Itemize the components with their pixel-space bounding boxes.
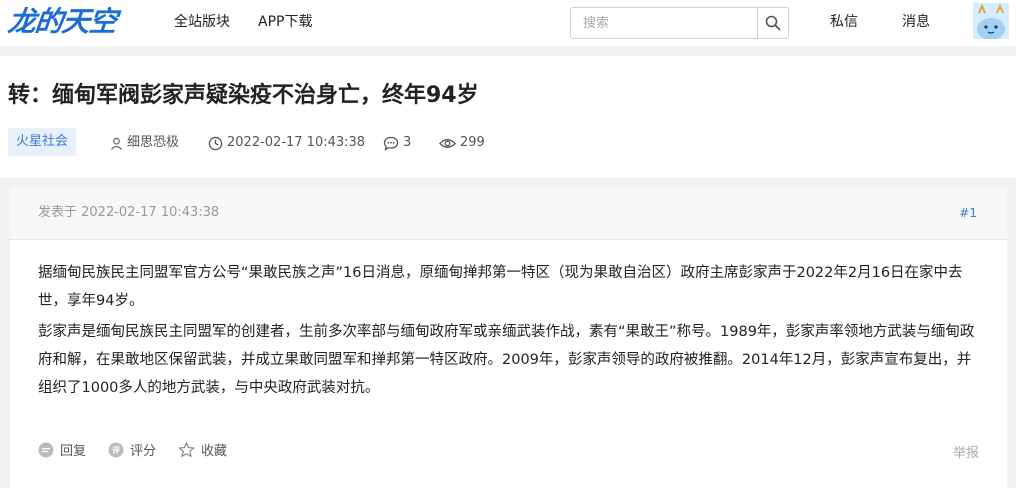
top-nav: 龙的天空 全站版块 APP下载 私信 消息	[0, 0, 1016, 46]
eye-icon	[439, 138, 456, 148]
nav-private-messages[interactable]: 私信	[830, 12, 858, 32]
user-avatar[interactable]	[973, 3, 1009, 39]
reply-icon	[38, 442, 54, 457]
author-name: 细思恐极	[127, 135, 180, 150]
nav-app-download[interactable]: APP下载	[258, 12, 312, 32]
reply-label: 回复	[60, 444, 87, 459]
post-paragraph: 彭家声是缅甸民族民主同盟军的创建者，生前多次率部与缅甸政府军或亲缅武装作战，素有…	[38, 324, 975, 396]
user-icon	[110, 137, 123, 150]
nav-notifications[interactable]: 消息	[902, 12, 930, 32]
thread-author[interactable]: 细思恐极	[110, 135, 179, 151]
clock-icon	[208, 136, 223, 150]
post-content: 据缅甸民族民主同盟军官方公号“果敢民族之声”16日消息，原缅甸掸邦第一特区（现为…	[38, 259, 983, 405]
view-count: 299	[460, 135, 485, 150]
post-date: 发表于 2022-02-17 10:43:38	[38, 205, 220, 220]
rate-button[interactable]: 评 评分	[108, 440, 156, 459]
site-logo[interactable]: 龙的天空	[6, 4, 118, 40]
post-paragraph: 据缅甸民族民主同盟军官方公号“果敢民族之声”16日消息，原缅甸掸邦第一特区（现为…	[38, 265, 963, 309]
time-text: 2022-02-17 10:43:38	[227, 135, 366, 150]
thread-comments: 3	[383, 135, 411, 151]
nav-all-boards[interactable]: 全站版块	[174, 12, 230, 32]
thread-time: 2022-02-17 10:43:38	[208, 135, 365, 151]
post-card: 发表于 2022-02-17 10:43:38 #1 据缅甸民族民主同盟军官方公…	[10, 187, 1007, 488]
thread-title: 转：缅甸军阀彭家声疑染疫不治身亡，终年94岁	[8, 83, 479, 108]
rate-icon: 评	[108, 442, 124, 457]
svg-text:评: 评	[112, 446, 120, 455]
favorite-button[interactable]: 收藏	[178, 440, 227, 459]
reply-button[interactable]: 回复	[38, 440, 86, 459]
search-input[interactable]	[571, 8, 757, 38]
forum-tag[interactable]: 火星社会	[8, 128, 77, 156]
comment-icon	[383, 136, 399, 151]
post-actions: 回复 评 评分 收藏	[38, 440, 249, 459]
search-box	[570, 7, 789, 39]
post-header: 发表于 2022-02-17 10:43:38 #1	[10, 187, 1007, 240]
avatar-icon	[973, 3, 1009, 39]
report-link[interactable]: 举报	[953, 442, 979, 461]
rate-label: 评分	[130, 444, 157, 459]
favorite-label: 收藏	[201, 444, 228, 459]
search-button[interactable]	[757, 8, 788, 38]
floor-number[interactable]: #1	[959, 205, 977, 221]
thread-header: 转：缅甸军阀彭家声疑染疫不治身亡，终年94岁 火星社会 细思恐极 2022-02…	[0, 56, 1016, 178]
search-icon	[765, 15, 781, 31]
thread-views: 299	[439, 135, 485, 151]
comment-count: 3	[403, 135, 412, 150]
star-icon	[178, 441, 195, 457]
